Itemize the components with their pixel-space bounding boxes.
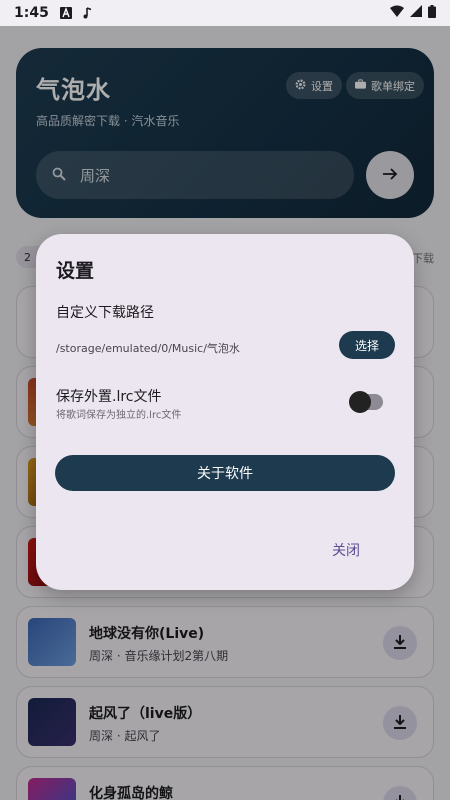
music-note-icon	[81, 6, 95, 20]
download-path-label: 自定义下载路径	[56, 305, 154, 321]
close-button[interactable]: 关闭	[332, 540, 360, 560]
lrc-option-label: 保存外置.lrc文件	[56, 389, 162, 405]
wifi-icon	[390, 5, 404, 21]
signal-icon	[410, 5, 422, 21]
download-path-value: /storage/emulated/0/Music/气泡水	[56, 342, 240, 355]
status-time: 1:45	[14, 5, 49, 21]
toggle-knob	[349, 391, 371, 413]
choose-path-button[interactable]: 选择	[339, 331, 395, 359]
battery-icon	[428, 4, 436, 22]
lrc-toggle[interactable]	[349, 391, 383, 413]
dialog-title: 设置	[56, 260, 95, 282]
status-bar: 1:45	[0, 0, 450, 26]
lrc-option-description: 将歌词保存为独立的.lrc文件	[56, 410, 182, 421]
notification-a-icon	[59, 6, 73, 20]
settings-dialog: 设置 自定义下载路径 /storage/emulated/0/Music/气泡水…	[36, 234, 414, 590]
about-button[interactable]: 关于软件	[55, 455, 395, 491]
